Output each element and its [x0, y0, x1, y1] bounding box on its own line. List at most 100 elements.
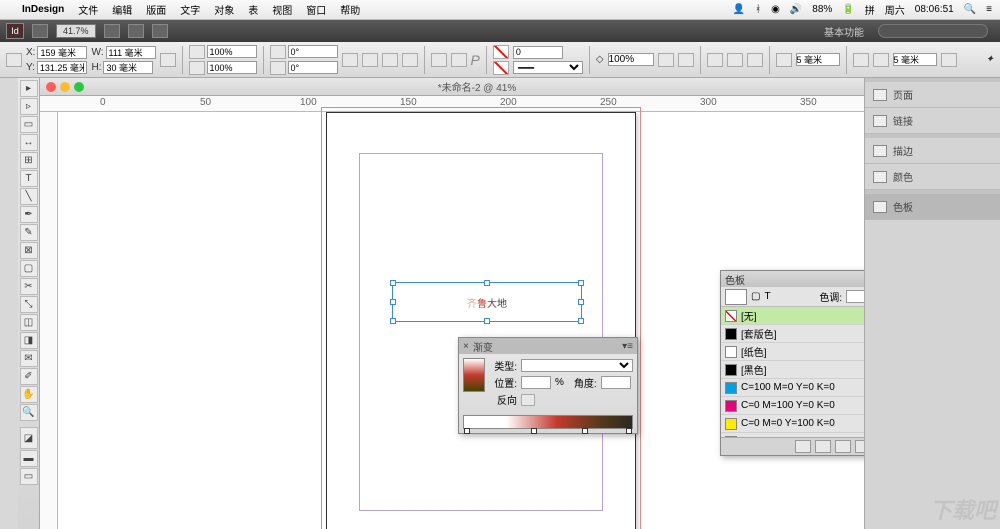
swatch-row[interactable]: [无]	[721, 307, 864, 325]
selected-text-frame[interactable]: 齐鲁大地	[392, 282, 582, 322]
menu-view[interactable]: 视图	[272, 2, 292, 17]
fill-swatch-icon[interactable]	[493, 45, 509, 59]
text-formatting-icon[interactable]: T	[764, 291, 770, 302]
direct-selection-tool[interactable]: ▹	[20, 98, 38, 115]
swatches-panel[interactable]: 色板▸▸▾≡ ▢ T 色调: % [无][套版色][纸色][黑色]C=100 M…	[720, 270, 864, 456]
rectangle-tool[interactable]: ▢	[20, 260, 38, 277]
bluetooth-icon[interactable]: ᚼ	[755, 4, 761, 15]
handle-bm[interactable]	[484, 318, 490, 324]
gradient-type-select[interactable]	[521, 359, 633, 372]
gradient-stop[interactable]	[464, 428, 470, 434]
handle-br[interactable]	[578, 318, 584, 324]
reference-point-icon[interactable]	[6, 53, 22, 67]
gradient-stop[interactable]	[626, 428, 632, 434]
gradient-stop[interactable]	[582, 428, 588, 434]
volume-icon[interactable]: 🔊	[790, 4, 802, 15]
text-wrap-bbox-icon[interactable]	[727, 53, 743, 67]
gradient-panel[interactable]: ×渐变▾≡ 类型: 位置:%角度: 反向	[458, 337, 638, 434]
window-close-icon[interactable]	[46, 82, 56, 92]
window-zoom-icon[interactable]	[74, 82, 84, 92]
handle-tm[interactable]	[484, 280, 490, 286]
content-collector-tool[interactable]: ⊞	[20, 152, 38, 169]
flip-v-icon[interactable]	[402, 53, 418, 67]
swatch-row[interactable]: C=15 M=100 Y=100 K=0	[721, 433, 864, 437]
frame-fitting-icon[interactable]	[853, 53, 869, 67]
handle-bl[interactable]	[390, 318, 396, 324]
swatch-row[interactable]: [黑色]	[721, 361, 864, 379]
w-input[interactable]	[106, 46, 156, 59]
swatch-row[interactable]: [纸色]	[721, 343, 864, 361]
user-icon[interactable]: 👤	[733, 4, 745, 15]
clock-day[interactable]: 周六	[885, 2, 905, 17]
stroke-weight-input[interactable]	[513, 46, 563, 59]
workspace-switcher[interactable]: 基本功能	[824, 24, 864, 39]
show-all-swatches-button[interactable]	[795, 440, 811, 453]
dock-links-panel[interactable]: 链接	[865, 108, 1000, 134]
fill-stroke-proxy[interactable]	[725, 289, 747, 305]
swatches-list[interactable]: [无][套版色][纸色][黑色]C=100 M=0 Y=0 K=0C=0 M=1…	[721, 307, 864, 437]
type-tool[interactable]: T	[20, 170, 38, 187]
gradient-feather-tool[interactable]: ◨	[20, 332, 38, 349]
selection-tool[interactable]: ▸	[20, 80, 38, 97]
screen-mode-icon[interactable]	[128, 24, 144, 38]
dock-stroke-panel[interactable]: 描边	[865, 138, 1000, 164]
view-mode-toggle[interactable]: ▭	[20, 468, 38, 485]
scale-y-input[interactable]	[207, 61, 257, 74]
x-input[interactable]	[37, 46, 87, 59]
menu-type[interactable]: 文字	[180, 2, 200, 17]
gradient-location-input[interactable]	[521, 376, 551, 389]
quick-apply-icon[interactable]: ✦	[986, 54, 994, 65]
vertical-ruler[interactable]	[40, 112, 58, 529]
h-input[interactable]	[103, 61, 153, 74]
menu-object[interactable]: 对象	[214, 2, 234, 17]
wifi-icon[interactable]: ◉	[771, 4, 780, 15]
swatch-row[interactable]: C=0 M=0 Y=100 K=0	[721, 415, 864, 433]
menu-help[interactable]: 帮助	[340, 2, 360, 17]
handle-tr[interactable]	[578, 280, 584, 286]
line-tool[interactable]: ╲	[20, 188, 38, 205]
bridge-icon[interactable]	[32, 24, 48, 38]
zoom-tool[interactable]: 🔍	[20, 404, 38, 421]
swatch-row[interactable]: C=100 M=0 Y=0 K=0	[721, 379, 864, 397]
corner-options-icon[interactable]	[776, 53, 792, 67]
select-content-icon[interactable]	[451, 53, 467, 67]
zoom-level-select[interactable]: 41.7%	[56, 24, 96, 38]
handle-tl[interactable]	[390, 280, 396, 286]
menu-window[interactable]: 窗口	[306, 2, 326, 17]
view-options-icon[interactable]	[104, 24, 120, 38]
rectangle-frame-tool[interactable]: ⊠	[20, 242, 38, 259]
gap-tool[interactable]: ↔	[20, 134, 38, 151]
flip-h-icon[interactable]	[382, 53, 398, 67]
handle-mr[interactable]	[578, 299, 584, 305]
new-swatch-button[interactable]	[855, 440, 864, 453]
swatch-row[interactable]: C=0 M=100 Y=0 K=0	[721, 397, 864, 415]
show-gradient-swatches-button[interactable]	[835, 440, 851, 453]
drop-shadow-icon[interactable]	[678, 53, 694, 67]
gradient-ramp[interactable]	[463, 415, 633, 429]
panel-close-icon[interactable]: ×	[463, 341, 469, 352]
pen-tool[interactable]: ✒	[20, 206, 38, 223]
swatch-row[interactable]: [套版色]	[721, 325, 864, 343]
menu-edit[interactable]: 编辑	[112, 2, 132, 17]
handle-ml[interactable]	[390, 299, 396, 305]
corner-radius-2-input[interactable]	[893, 53, 937, 66]
show-color-swatches-button[interactable]	[815, 440, 831, 453]
stroke-swatch-icon[interactable]	[493, 61, 509, 75]
opacity-input[interactable]	[608, 53, 654, 66]
arrange-docs-icon[interactable]	[152, 24, 168, 38]
note-tool[interactable]: ✉	[20, 350, 38, 367]
page-tool[interactable]: ▭	[20, 116, 38, 133]
gradient-stop[interactable]	[531, 428, 537, 434]
apply-color-icon[interactable]: ▬	[20, 450, 38, 467]
ime-indicator[interactable]: 拼	[865, 2, 875, 17]
text-wrap-shape-icon[interactable]	[747, 53, 763, 67]
dock-pages-panel[interactable]: 页面	[865, 82, 1000, 108]
gradient-angle-input[interactable]	[601, 376, 631, 389]
spotlight-icon[interactable]: 🔍	[964, 4, 976, 15]
rotate-input[interactable]	[288, 45, 338, 58]
pencil-tool[interactable]: ✎	[20, 224, 38, 241]
panel-menu-icon[interactable]: ▾≡	[622, 341, 633, 352]
align-icon[interactable]	[873, 53, 889, 67]
corner-radius-1-input[interactable]	[796, 53, 840, 66]
select-container-icon[interactable]	[431, 53, 447, 67]
